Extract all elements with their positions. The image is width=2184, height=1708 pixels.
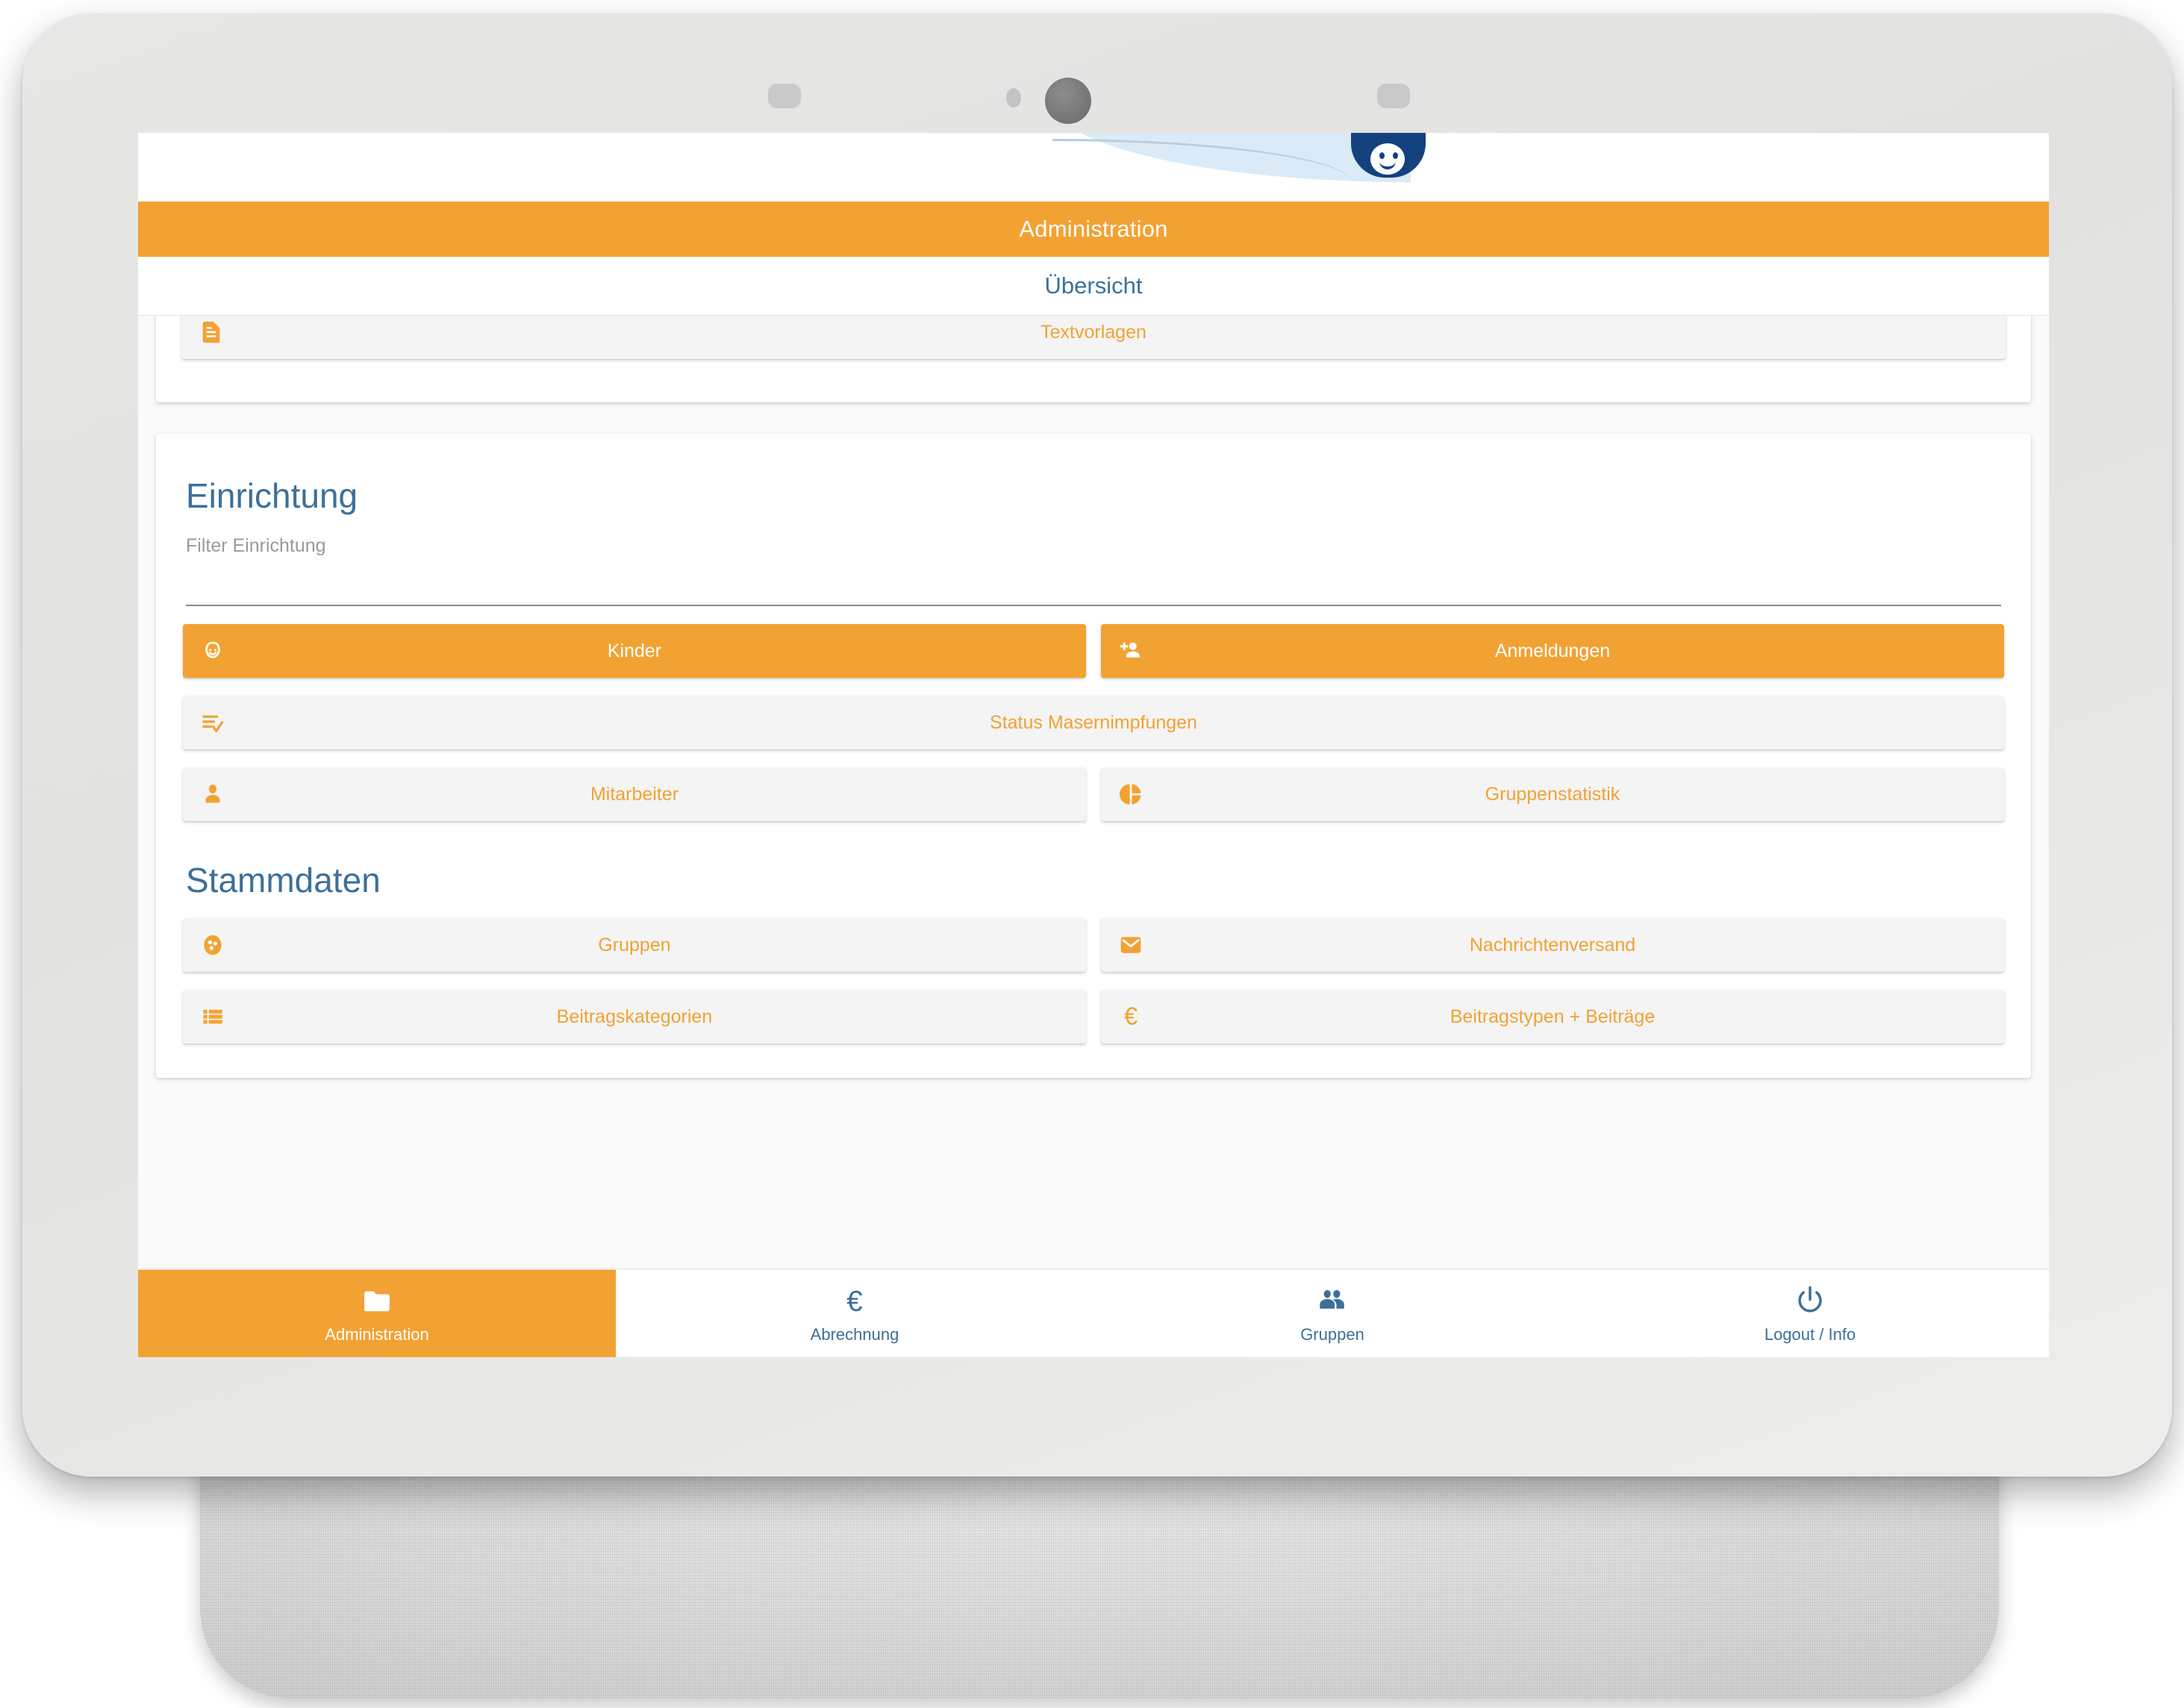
person-add-icon (1116, 636, 1146, 666)
card-textvorlagen: Textvorlagen (156, 316, 2031, 402)
nav-item-administration[interactable]: Administration (138, 1270, 616, 1357)
speaker-grill-icon (1377, 84, 1410, 108)
tile-label: Status Masernimpfungen (990, 711, 1197, 733)
ambient-light-sensor-icon (1006, 88, 1021, 107)
tile-beitragstypen-beitraege[interactable]: € Beitragstypen + Beiträge (1101, 990, 2004, 1044)
page-title: Administration (1019, 216, 1168, 242)
person-icon (198, 779, 228, 809)
speaker-grill-icon (768, 84, 801, 108)
section-title-stammdaten: Stammdaten (186, 861, 381, 900)
nav-label: Administration (325, 1324, 429, 1344)
nav-item-logout-info[interactable]: Logout / Info (1571, 1270, 2049, 1357)
tile-label: Gruppenstatistik (1485, 783, 1620, 805)
content-scroll-area[interactable]: Textvorlagen Einrichtung Filter Einricht… (138, 316, 2049, 1357)
child-face-icon (198, 636, 228, 666)
tile-textvorlagen[interactable]: Textvorlagen (181, 316, 2006, 359)
section-title-einrichtung: Einrichtung (186, 476, 358, 515)
tab-bar: Übersicht (138, 257, 2049, 316)
pie-chart-icon (1116, 779, 1146, 809)
tile-anmeldungen[interactable]: Anmeldungen (1101, 624, 2004, 678)
tile-row-textvorlagen: Textvorlagen (181, 316, 2006, 359)
tile-kinder[interactable]: Kinder (183, 624, 1086, 678)
tile-row-2: Status Masernimpfungen (183, 696, 2004, 749)
tile-label: Beitragskategorien (556, 1006, 713, 1027)
card-einrichtung-stammdaten: Einrichtung Filter Einrichtung Kinder An… (156, 434, 2031, 1078)
tile-row-5: Beitragskategorien € Beitragstypen + Bei… (183, 990, 2004, 1044)
nav-label: Logout / Info (1764, 1324, 1856, 1344)
tile-label: Nachrichtenversand (1469, 934, 1636, 956)
app-screen: Administration Übersicht Textvorlagen Ei… (138, 133, 2049, 1357)
tile-row-4: Gruppen Nachrichtenversand (183, 918, 2004, 972)
app-logo-bar (138, 133, 2049, 202)
tile-row-1: Kinder Anmeldungen (183, 624, 2004, 678)
device-fabric-stand (200, 1441, 1999, 1698)
camera-lens-icon (1045, 78, 1091, 124)
tile-gruppenstatistik[interactable]: Gruppenstatistik (1101, 767, 2004, 821)
tab-uebersicht[interactable]: Übersicht (1045, 272, 1143, 299)
folder-icon (361, 1284, 393, 1317)
tile-nachrichtenversand[interactable]: Nachrichtenversand (1101, 918, 2004, 972)
list-table-icon (198, 1002, 228, 1032)
tile-row-3: Mitarbeiter Gruppenstatistik (183, 767, 2004, 821)
playlist-check-icon (198, 708, 228, 738)
bubble-group-icon (198, 930, 228, 960)
mail-envelope-icon (1116, 930, 1146, 960)
document-text-icon (196, 317, 226, 347)
people-icon (1316, 1284, 1349, 1317)
nav-item-abrechnung[interactable]: € Abrechnung (616, 1270, 1093, 1357)
tile-beitragskategorien[interactable]: Beitragskategorien (183, 990, 1086, 1044)
nav-label: Abrechnung (810, 1324, 899, 1344)
nav-item-gruppen[interactable]: Gruppen (1093, 1270, 1571, 1357)
nav-label: Gruppen (1300, 1324, 1364, 1344)
page-title-bar: Administration (138, 202, 2049, 257)
tile-status-masernimpfungen[interactable]: Status Masernimpfungen (183, 696, 2004, 749)
bottom-navigation: Administration € Abrechnung Gruppen Logo… (138, 1270, 2049, 1357)
euro-icon: € (838, 1284, 871, 1316)
tile-label: Beitragstypen + Beiträge (1450, 1006, 1656, 1027)
tile-label: Textvorlagen (1040, 321, 1146, 343)
filter-einrichtung-placeholder: Filter Einrichtung (186, 535, 326, 556)
svg-text:€: € (846, 1285, 862, 1316)
device-mockup: Administration Übersicht Textvorlagen Ei… (0, 0, 2184, 1708)
filter-einrichtung-field[interactable]: Filter Einrichtung (186, 535, 2001, 606)
tile-label: Gruppen (598, 934, 671, 956)
euro-icon: € (1116, 1002, 1146, 1032)
tile-gruppen[interactable]: Gruppen (183, 918, 1086, 972)
tile-label: Anmeldungen (1494, 640, 1611, 661)
power-icon (1794, 1284, 1826, 1317)
svg-text:€: € (1124, 1003, 1138, 1030)
tile-mitarbeiter[interactable]: Mitarbeiter (183, 767, 1086, 821)
tile-label: Kinder (607, 640, 662, 661)
tile-label: Mitarbeiter (590, 783, 679, 805)
